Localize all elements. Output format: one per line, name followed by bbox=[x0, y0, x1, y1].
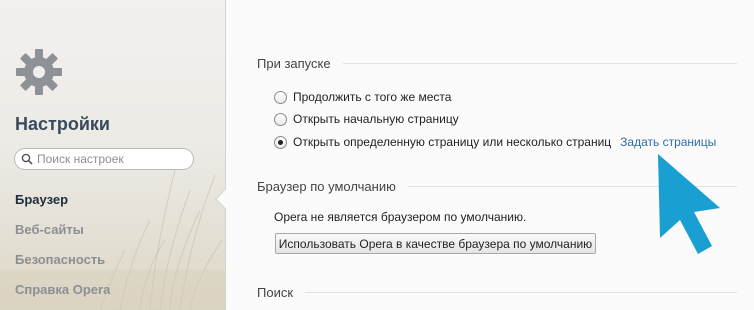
make-default-button[interactable]: Использовать Opera в качестве браузера п… bbox=[275, 233, 596, 254]
radio-button[interactable] bbox=[274, 112, 287, 126]
default-browser-status: Opera не является браузером по умолчанию… bbox=[274, 210, 527, 224]
settings-title: Настройки bbox=[15, 114, 110, 134]
search-input[interactable] bbox=[37, 152, 182, 166]
radio-label: Открыть начальную страницу bbox=[293, 112, 459, 126]
sidebar-item-help[interactable]: Справка Opera bbox=[15, 282, 110, 297]
radio-continue[interactable]: Продолжить с того же места bbox=[274, 90, 451, 104]
section-search-title: Поиск bbox=[257, 285, 294, 300]
section-startup-title: При запуске bbox=[257, 56, 331, 71]
radio-button[interactable] bbox=[274, 90, 287, 104]
divider bbox=[342, 63, 737, 64]
section-startup: При запуске bbox=[257, 56, 737, 71]
sidebar-item-security[interactable]: Безопасность bbox=[15, 252, 105, 267]
radio-label: Продолжить с того же места bbox=[293, 90, 452, 104]
radio-open-specific-pages[interactable]: Открыть определенную страницу или нескол… bbox=[274, 135, 716, 149]
sidebar: Настройки Браузер Веб-сайты Безопасность… bbox=[0, 0, 226, 310]
section-default-browser-title: Браузер по умолчанию bbox=[257, 179, 396, 194]
radio-button-checked[interactable] bbox=[274, 135, 287, 149]
sidebar-item-browser[interactable]: Браузер bbox=[15, 192, 68, 207]
radio-open-start-page[interactable]: Открыть начальную страницу bbox=[274, 112, 459, 126]
divider bbox=[305, 292, 737, 293]
set-pages-link[interactable]: Задать страницы bbox=[620, 135, 716, 149]
sidebar-item-websites[interactable]: Веб-сайты bbox=[15, 222, 84, 237]
gear-icon bbox=[16, 49, 62, 95]
radio-label: Открыть определенную страницу или нескол… bbox=[293, 135, 612, 149]
search-icon bbox=[21, 153, 33, 165]
search-box[interactable] bbox=[14, 148, 194, 170]
pointer-arrow-icon bbox=[658, 154, 720, 254]
section-search: Поиск bbox=[257, 285, 737, 300]
